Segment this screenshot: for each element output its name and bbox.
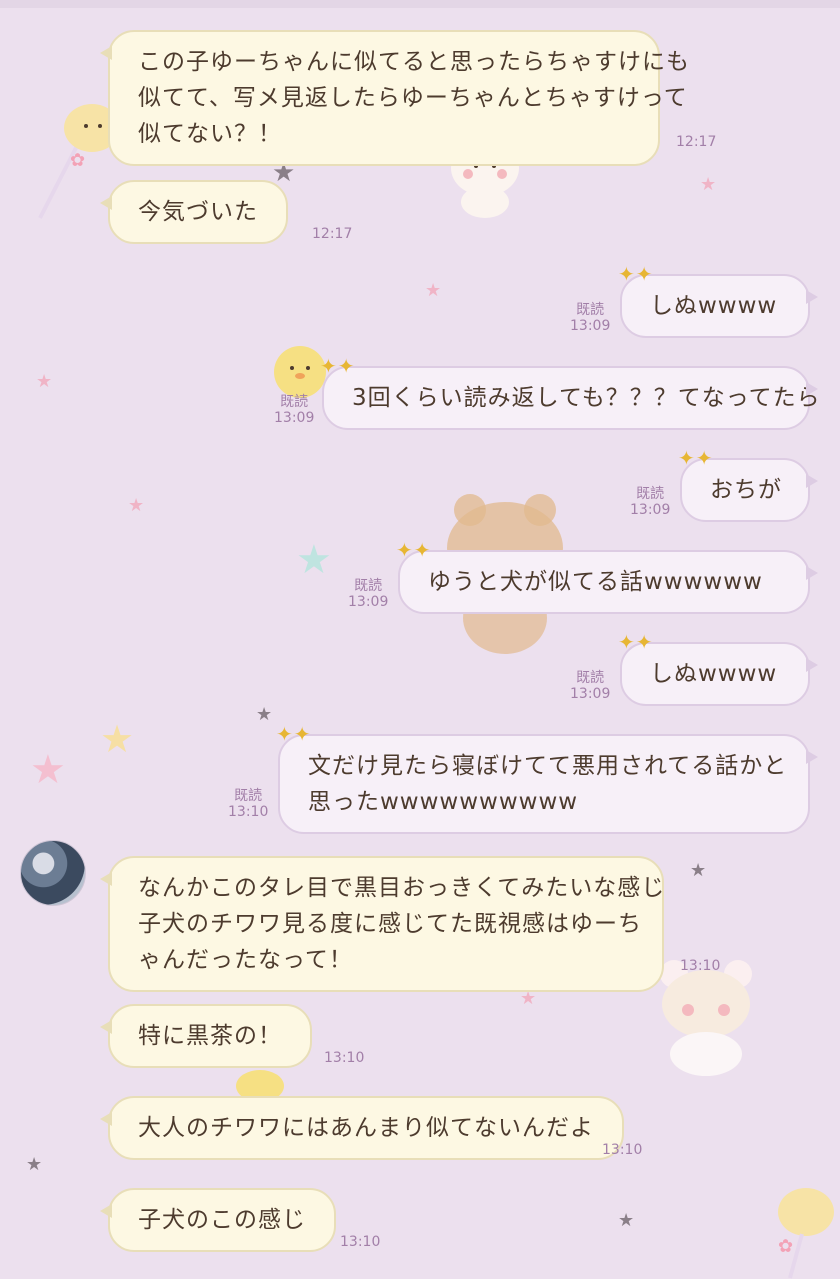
message-bubble-received[interactable]: なんかこのタレ目で黒目おっきくてみたいな感じ 子犬のチワワ見る度に感じてた既視感… — [100, 856, 666, 992]
star-decor-icon: ★ — [520, 988, 537, 1009]
read-receipt: 既読 13:09 — [570, 302, 610, 334]
read-label: 既読 — [576, 302, 605, 318]
avatar[interactable] — [20, 840, 86, 906]
message-line: ゃんだったなって！ — [138, 947, 353, 973]
message-line: 子犬のこの感じ — [138, 1207, 306, 1233]
message-bubble-received[interactable]: 子犬のこの感じ — [100, 1188, 336, 1252]
message-time: 13:09 — [274, 410, 315, 426]
star-decor-icon: ★ — [690, 860, 707, 881]
read-receipt: 既読 13:09 — [570, 670, 610, 702]
message-time: 13:09 — [348, 594, 389, 610]
sparkle-icon: ✦✦ — [618, 262, 654, 286]
status-bar-strip — [0, 0, 840, 8]
star-decor-icon: ★ — [36, 371, 53, 392]
star-decor-icon: ★ — [618, 1210, 635, 1231]
message-bubble-received[interactable]: 大人のチワワにはあんまり似てないんだよ — [100, 1096, 624, 1160]
message-line: おちが — [710, 477, 782, 503]
message-line: ゆうと犬が似てる話wwwwww — [428, 569, 763, 595]
star-decor-icon: ★ — [700, 174, 717, 195]
star-decor-icon: ★ — [30, 747, 66, 793]
message-line: 特に黒茶の！ — [138, 1023, 282, 1049]
message-time: 13:10 — [680, 958, 721, 974]
sparkle-icon: ✦✦ — [396, 538, 432, 562]
read-label: 既読 — [636, 486, 665, 502]
star-decor-icon: ★ — [128, 495, 145, 516]
chick-icon — [236, 1070, 284, 1100]
message-bubble-sent[interactable]: ✦✦ 文だけ見たら寝ぼけてて悪用されてる話かと 思ったwwwwwwwwww — [276, 724, 818, 834]
message-line: 思ったwwwwwwwwww — [308, 789, 579, 815]
message-time: 13:10 — [602, 1142, 643, 1158]
message-bubble-sent[interactable]: ✦✦ おちが — [678, 448, 818, 522]
message-line: 文だけ見たら寝ぼけてて悪用されてる話かと — [308, 753, 788, 779]
message-line: 似てて、写メ見返したらゆーちゃんとちゃすけって — [138, 85, 688, 111]
message-time: 13:10 — [228, 804, 269, 820]
message-line: なんかこのタレ目で黒目おっきくてみたいな感じ — [138, 875, 666, 901]
star-decor-icon: ★ — [100, 717, 135, 761]
star-decor-icon: ★ — [26, 1154, 43, 1175]
candy-icon: ✿ — [778, 1188, 834, 1279]
svg-text:✿: ✿ — [778, 1236, 793, 1257]
message-line: しぬwwww — [650, 661, 778, 687]
sparkle-icon: ✦✦ — [320, 354, 356, 378]
read-receipt: 既読 13:09 — [274, 394, 314, 426]
message-time: 13:09 — [570, 318, 611, 334]
message-time: 13:09 — [630, 502, 671, 518]
message-line: 似てない？！ — [138, 121, 282, 147]
sparkle-icon: ✦✦ — [276, 722, 312, 746]
read-receipt: 既読 13:09 — [630, 486, 670, 518]
message-time: 12:17 — [312, 226, 353, 242]
message-time: 13:10 — [324, 1050, 365, 1066]
message-bubble-received[interactable]: 特に黒茶の！ — [100, 1004, 312, 1068]
star-decor-icon: ★ — [425, 280, 442, 301]
sparkle-icon: ✦✦ — [618, 630, 654, 654]
message-time: 13:09 — [570, 686, 611, 702]
message-bubble-sent[interactable]: ✦✦ しぬwwww — [618, 632, 818, 706]
star-decor-icon: ★ — [256, 704, 273, 725]
read-receipt: 既読 13:10 — [228, 788, 268, 820]
message-time: 13:10 — [340, 1234, 381, 1250]
message-bubble-received[interactable]: 今気づいた — [100, 180, 288, 244]
sparkle-icon: ✦✦ — [678, 446, 714, 470]
message-line: 今気づいた — [138, 199, 258, 225]
read-label: 既読 — [354, 578, 383, 594]
message-line: 子犬のチワワ見る度に感じてた既視感はゆーち — [138, 911, 642, 937]
message-bubble-sent[interactable]: ✦✦ 3回くらい読み返しても？？？てなってたら — [320, 356, 821, 430]
message-line: しぬwwww — [650, 293, 778, 319]
message-line: この子ゆーちゃんに似てると思ったらちゃすけにも — [138, 49, 690, 75]
message-line: 3回くらい読み返しても？？？てなってたら — [352, 385, 821, 411]
message-time: 12:17 — [676, 134, 717, 150]
star-decor-icon: ★ — [296, 537, 332, 583]
read-label: 既読 — [576, 670, 605, 686]
bear-icon — [660, 960, 752, 1076]
message-line: 大人のチワワにはあんまり似てないんだよ — [138, 1115, 594, 1141]
read-label: 既読 — [234, 788, 263, 804]
read-label: 既読 — [280, 394, 309, 410]
svg-text:✿: ✿ — [70, 150, 85, 171]
message-bubble-sent[interactable]: ✦✦ ゆうと犬が似てる話wwwwww — [396, 540, 818, 614]
read-receipt: 既読 13:09 — [348, 578, 388, 610]
message-bubble-received[interactable]: この子ゆーちゃんに似てると思ったらちゃすけにも 似てて、写メ見返したらゆーちゃん… — [100, 30, 690, 166]
message-bubble-sent[interactable]: ✦✦ しぬwwww — [618, 264, 818, 338]
